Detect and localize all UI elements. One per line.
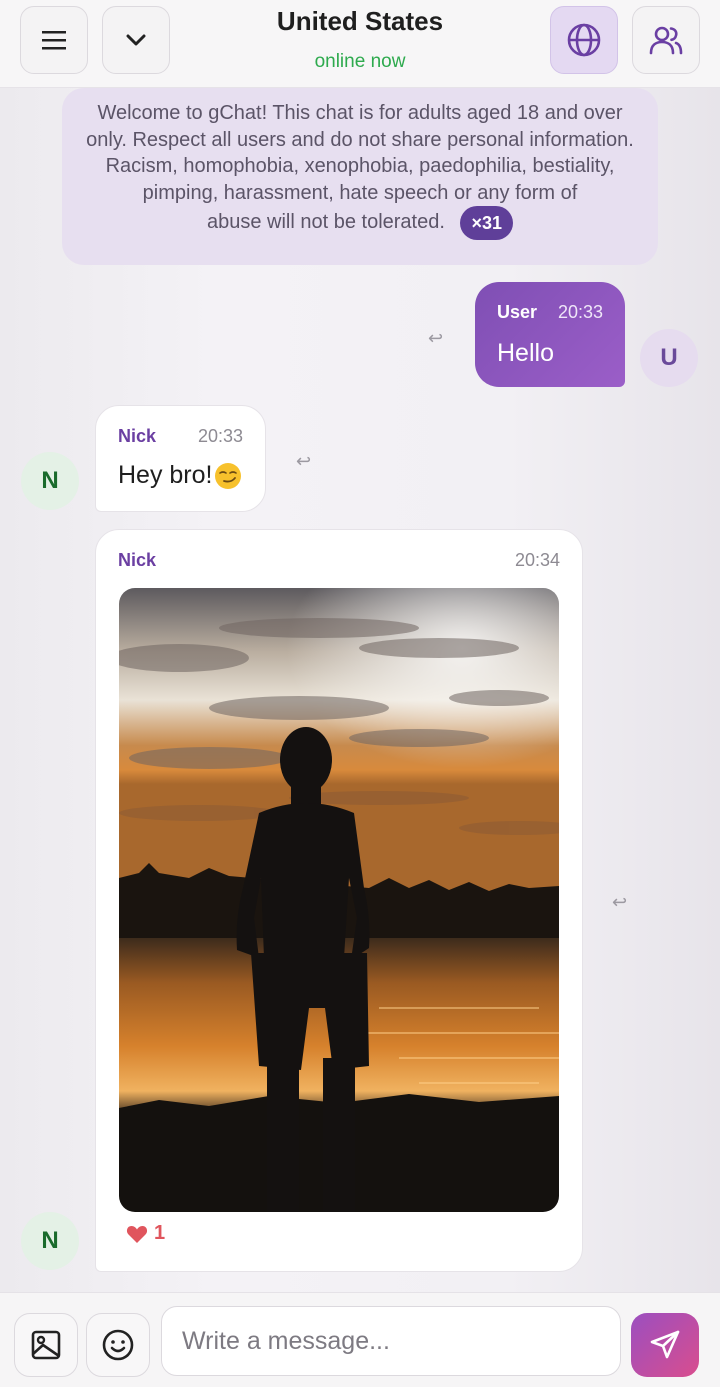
- globe-icon: [567, 23, 601, 57]
- count-badge: ×31: [460, 206, 514, 240]
- image-icon: [31, 1330, 61, 1360]
- menu-icon: [42, 31, 66, 50]
- emoji-button[interactable]: [86, 1313, 150, 1377]
- attach-image-button[interactable]: [14, 1313, 78, 1377]
- heart-icon: [126, 1225, 148, 1243]
- room-title: United States: [276, 6, 444, 36]
- message-text: Hey bro!: [118, 461, 213, 489]
- chevron-down-icon: [126, 34, 146, 46]
- message-time: 20:33: [557, 302, 603, 322]
- message-input[interactable]: [161, 1306, 621, 1376]
- users-button[interactable]: [632, 6, 700, 74]
- welcome-text-last: abuse will not be tolerated.: [206, 211, 445, 234]
- reply-icon[interactable]: ↩: [296, 451, 311, 472]
- menu-button[interactable]: [20, 6, 88, 74]
- like-counter[interactable]: 1: [126, 1222, 165, 1245]
- like-count: 1: [154, 1222, 166, 1244]
- welcome-text: Welcome to gChat! This chat is for adult…: [86, 102, 634, 204]
- message-sender: Nick: [118, 426, 157, 446]
- chat-area[interactable]: Welcome to gChat! This chat is for adult…: [0, 88, 720, 1292]
- smirking-face-icon: [215, 462, 242, 489]
- smile-icon: [102, 1329, 134, 1361]
- incoming-message[interactable]: Nick 20:33 Hey bro!: [95, 405, 266, 512]
- welcome-notice: Welcome to gChat! This chat is for adult…: [62, 88, 658, 265]
- message-sender: User: [497, 302, 538, 322]
- shared-photo[interactable]: [119, 588, 559, 1212]
- avatar[interactable]: U: [640, 329, 698, 387]
- send-icon: [650, 1330, 680, 1359]
- outgoing-message[interactable]: User 20:33 Hello: [475, 282, 625, 387]
- send-button[interactable]: [631, 1313, 699, 1377]
- online-status: online now: [314, 51, 406, 72]
- globe-button[interactable]: [550, 6, 618, 74]
- message-sender: Nick: [118, 550, 157, 570]
- avatar[interactable]: N: [21, 452, 79, 510]
- message-time: 20:33: [197, 426, 243, 446]
- message-composer: [0, 1292, 720, 1387]
- avatar[interactable]: N: [21, 1212, 79, 1270]
- incoming-image-message[interactable]: Nick 20:34 1: [95, 529, 583, 1272]
- chat-header: United States online now: [0, 0, 720, 88]
- collapse-button[interactable]: [102, 6, 170, 74]
- reply-icon[interactable]: ↩: [428, 328, 443, 349]
- reply-icon[interactable]: ↩: [612, 892, 627, 913]
- users-icon: [649, 26, 683, 55]
- message-time: 20:34: [514, 550, 560, 570]
- message-text: Hello: [497, 339, 554, 367]
